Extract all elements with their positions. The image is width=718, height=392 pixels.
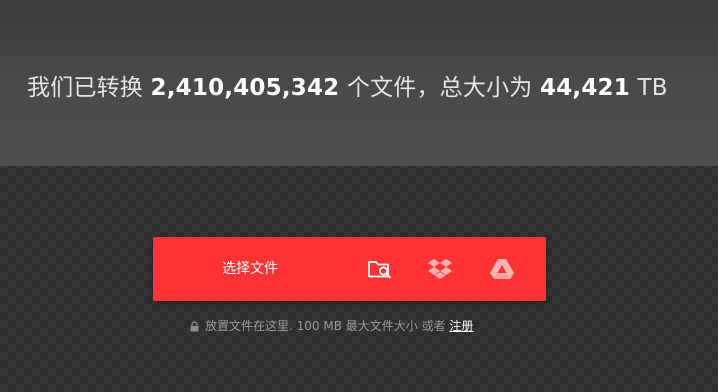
drop-hint-text: 放置文件在这里. 100 MB 最大文件大小 或者 bbox=[205, 319, 450, 333]
signup-link[interactable]: 注册 bbox=[449, 319, 473, 333]
lock-icon bbox=[190, 319, 199, 337]
dropbox-icon[interactable] bbox=[424, 253, 456, 285]
stats-banner: 我们已转换 2,410,405,342 个文件，总大小为 44,421 TB bbox=[0, 0, 718, 166]
stats-prefix: 我们已转换 bbox=[27, 75, 151, 101]
google-drive-icon[interactable] bbox=[486, 253, 518, 285]
choose-file-button[interactable]: 选择文件 bbox=[222, 237, 278, 301]
stats-middle: 个文件，总大小为 bbox=[339, 75, 540, 101]
drop-hint: 放置文件在这里. 100 MB 最大文件大小 或者 注册 bbox=[190, 317, 473, 337]
folder-search-icon[interactable] bbox=[364, 253, 396, 285]
conversion-stats: 我们已转换 2,410,405,342 个文件，总大小为 44,421 TB bbox=[27, 68, 668, 102]
size-unit: TB bbox=[629, 75, 668, 101]
files-count: 2,410,405,342 bbox=[150, 75, 340, 101]
total-size: 44,421 bbox=[540, 75, 630, 101]
file-upload-bar[interactable]: 选择文件 bbox=[153, 237, 546, 301]
